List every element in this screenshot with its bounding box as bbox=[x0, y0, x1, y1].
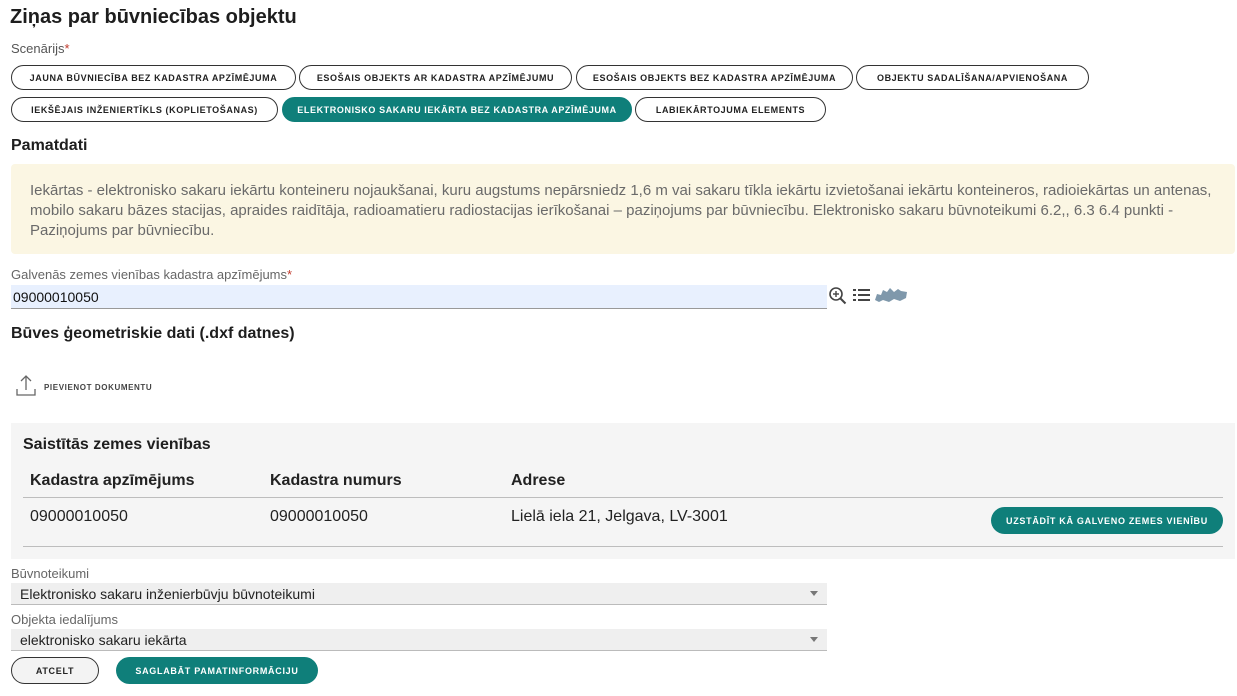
save-basic-info-button[interactable]: SAGLABĀT PAMATINFORMĀCIJU bbox=[116, 657, 318, 684]
table-row-divider bbox=[23, 546, 1223, 547]
zoom-in-icon[interactable] bbox=[827, 285, 847, 305]
set-main-land-unit-button[interactable]: UZSTĀDĪT KĀ GALVENO ZEMES VIENĪBU bbox=[991, 507, 1223, 534]
scenario-chip-existing-without-cadastre[interactable]: ESOŠAIS OBJEKTS BEZ KADASTRA APZĪMĒJUMA bbox=[576, 65, 853, 90]
required-mark: * bbox=[287, 267, 293, 282]
cadastre-label: Galvenās zemes vienības kadastra apzīmēj… bbox=[11, 267, 293, 282]
page-title: Ziņas par būvniecības objektu bbox=[10, 6, 297, 28]
scenario-chip-existing-with-cadastre[interactable]: ESOŠAIS OBJEKTS AR KADASTRA APZĪMĒJUMU bbox=[299, 65, 572, 90]
object-division-select[interactable]: elektronisko sakaru iekārta bbox=[11, 629, 827, 651]
list-icon[interactable] bbox=[852, 286, 870, 304]
column-header-number: Kadastra numurs bbox=[270, 472, 402, 489]
regulations-label: Būvnoteikumi bbox=[11, 566, 90, 581]
cell-designation: 09000010050 bbox=[30, 508, 128, 525]
required-mark: * bbox=[64, 41, 70, 56]
scenario-label: Scenārijs* bbox=[11, 41, 70, 56]
regulations-select[interactable]: Elektronisko sakaru inženierbūvju būvnot… bbox=[11, 583, 827, 605]
geometry-heading: Būves ģeometriskie dati (.dxf datnes) bbox=[11, 325, 295, 342]
scenario-chip-new-construction[interactable]: JAUNA BŪVNIECĪBA BEZ KADASTRA APZĪMĒJUMA bbox=[11, 65, 296, 90]
cancel-button[interactable]: ATCELT bbox=[11, 657, 99, 684]
object-division-label: Objekta iedalījums bbox=[11, 612, 118, 627]
chevron-down-icon bbox=[810, 591, 818, 596]
info-notice: Iekārtas - elektronisko sakaru iekārtu k… bbox=[11, 164, 1235, 254]
add-document-label: PIEVIENOT DOKUMENTU bbox=[44, 383, 153, 392]
regulations-value: Elektronisko sakaru inženierbūvju būvnot… bbox=[20, 586, 315, 602]
cadastre-input[interactable] bbox=[11, 285, 827, 309]
table-header-divider bbox=[23, 497, 1223, 498]
object-division-value: elektronisko sakaru iekārta bbox=[20, 632, 187, 648]
linked-units-panel: Saistītās zemes vienības Kadastra apzīmē… bbox=[11, 423, 1235, 559]
basics-heading: Pamatdati bbox=[11, 137, 88, 154]
scenario-chip-electronic-communications[interactable]: ELEKTRONISKO SAKARU IEKĀRTA BEZ KADASTRA… bbox=[282, 97, 632, 122]
cell-number: 09000010050 bbox=[270, 508, 368, 525]
linked-units-heading: Saistītās zemes vienības bbox=[23, 436, 211, 453]
chevron-down-icon bbox=[810, 637, 818, 642]
scenario-chip-internal-engineering-network[interactable]: IEKŠĒJAIS INŽENIERTĪKLS (KOPLIETOŠANAS) bbox=[11, 97, 278, 122]
scenario-chip-split-merge[interactable]: OBJEKTU SADALĪŠANA/APVIENOŠANA bbox=[856, 65, 1089, 90]
latvia-map-icon[interactable] bbox=[874, 286, 908, 304]
column-header-designation: Kadastra apzīmējums bbox=[30, 472, 195, 489]
add-document-button[interactable]: PIEVIENOT DOKUMENTU bbox=[16, 374, 152, 401]
cell-address: Lielā iela 21, Jelgava, LV-3001 bbox=[511, 508, 728, 525]
upload-icon bbox=[16, 374, 36, 401]
column-header-address: Adrese bbox=[511, 472, 566, 489]
scenario-chip-landscaping-element[interactable]: LABIEKĀRTOJUMA ELEMENTS bbox=[635, 97, 826, 122]
